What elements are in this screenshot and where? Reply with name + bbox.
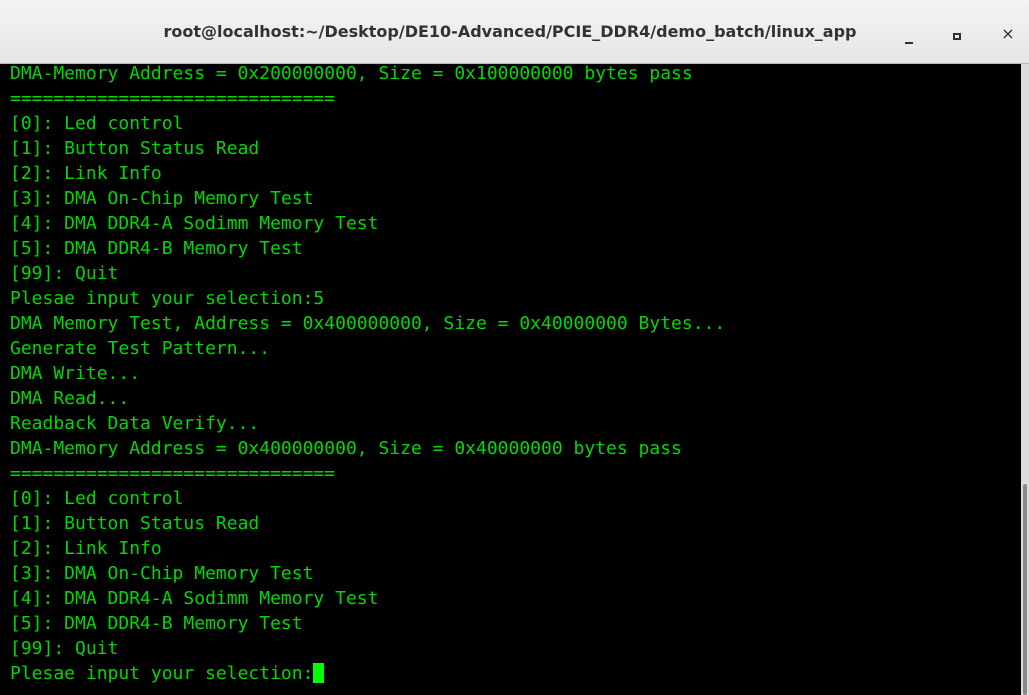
terminal-line: [4]: DMA DDR4-A Sodimm Memory Test xyxy=(10,588,379,609)
window-title: root@localhost:~/Desktop/DE10-Advanced/P… xyxy=(163,22,857,41)
terminal-line: [99]: Quit xyxy=(10,263,119,284)
terminal-line: DMA Memory Test, Address = 0x400000000, … xyxy=(10,313,726,334)
terminal-line: DMA-Memory Address = 0x200000000, Size =… xyxy=(10,64,693,84)
terminal-output[interactable]: DMA-Memory Address = 0x200000000, Size =… xyxy=(0,64,1021,695)
terminal-line: [5]: DMA DDR4-B Memory Test xyxy=(10,238,303,259)
terminal-line: ============================== xyxy=(10,88,336,109)
terminal-line: DMA Read... xyxy=(10,388,130,409)
minimize-icon xyxy=(905,42,913,44)
terminal-line: [0]: Led control xyxy=(10,488,184,509)
terminal-line: ============================== xyxy=(10,463,336,484)
close-button[interactable]: × xyxy=(998,24,1018,44)
close-icon: × xyxy=(1001,24,1015,43)
text-cursor xyxy=(313,663,325,683)
maximize-button[interactable] xyxy=(947,24,967,44)
scrollbar-thumb[interactable] xyxy=(1023,484,1027,695)
terminal-line: Plesae input your selection:5 xyxy=(10,288,325,309)
terminal-line: [2]: Link Info xyxy=(10,163,162,184)
terminal-prompt: Plesae input your selection: xyxy=(10,663,314,684)
terminal-line: DMA Write... xyxy=(10,363,141,384)
terminal-line: [4]: DMA DDR4-A Sodimm Memory Test xyxy=(10,213,379,234)
minimize-button[interactable] xyxy=(899,24,919,44)
title-bar[interactable]: root@localhost:~/Desktop/DE10-Advanced/P… xyxy=(0,0,1029,64)
terminal-line: DMA-Memory Address = 0x400000000, Size =… xyxy=(10,438,682,459)
terminal-line: [2]: Link Info xyxy=(10,538,162,559)
terminal-line: [0]: Led control xyxy=(10,113,184,134)
terminal-prompt-line[interactable]: Plesae input your selection: xyxy=(10,661,325,686)
terminal-line: [1]: Button Status Read xyxy=(10,513,260,534)
terminal-line: [99]: Quit xyxy=(10,638,119,659)
scrollbar[interactable] xyxy=(1021,64,1029,695)
terminal-line: [5]: DMA DDR4-B Memory Test xyxy=(10,613,303,634)
terminal-window: root@localhost:~/Desktop/DE10-Advanced/P… xyxy=(0,0,1029,695)
terminal-line: [3]: DMA On-Chip Memory Test xyxy=(10,188,314,209)
maximize-icon xyxy=(953,33,961,40)
terminal-line: [1]: Button Status Read xyxy=(10,138,260,159)
terminal-line: Readback Data Verify... xyxy=(10,413,260,434)
terminal-line: Generate Test Pattern... xyxy=(10,338,271,359)
terminal-line: [3]: DMA On-Chip Memory Test xyxy=(10,563,314,584)
